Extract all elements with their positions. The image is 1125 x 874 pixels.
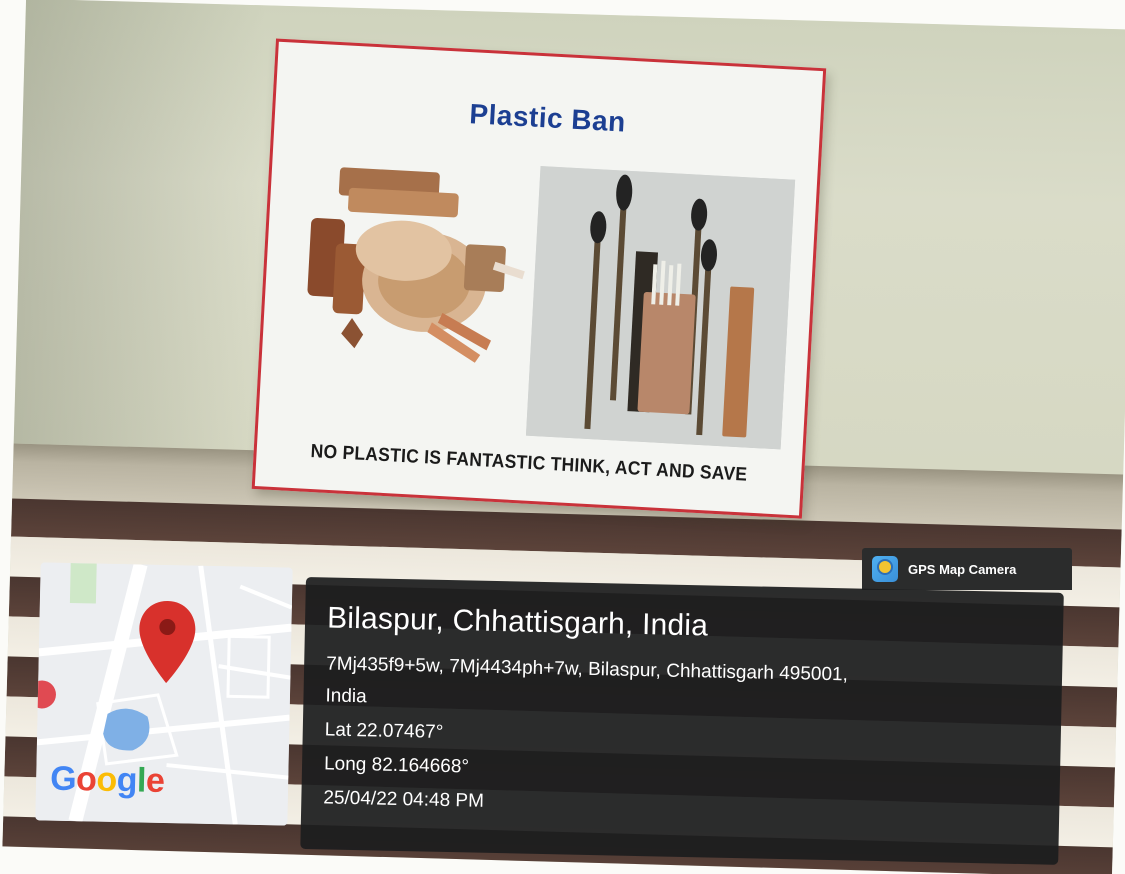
location-longitude: Long 82.164668°	[323, 753, 470, 778]
bamboo-brushes-illustration	[525, 166, 796, 450]
photo: Plastic Ban NO PLASTIC IS FANTASTIC THIN…	[0, 0, 1125, 874]
map-thumbnail: Google	[35, 562, 293, 826]
location-address-line1: 7Mj435f9+5w, 7Mj4434ph+7w, Bilaspur, Chh…	[325, 653, 849, 686]
gps-map-camera-app-icon	[872, 556, 898, 582]
poster-slogan: NO PLASTIC IS FANTASTIC THINK, ACT AND S…	[310, 441, 748, 486]
location-city: Bilaspur, Chhattisgarh, India	[326, 601, 709, 643]
plastic-ban-poster: Plastic Ban NO PLASTIC IS FANTASTIC THIN…	[251, 38, 827, 519]
location-datetime: 25/04/22 04:48 PM	[323, 787, 485, 812]
google-logo: Google	[49, 759, 165, 801]
location-latitude: Lat 22.07467°	[324, 719, 444, 743]
eco-tableware-illustration	[307, 167, 525, 363]
wall-shadow	[13, 0, 266, 451]
poster-title: Plastic Ban	[468, 98, 627, 138]
location-info-panel: Bilaspur, Chhattisgarh, India 7Mj435f9+5…	[300, 577, 1064, 865]
gps-badge-label: GPS Map Camera	[908, 561, 1017, 577]
location-address-line2: India	[325, 685, 367, 708]
gps-map-camera-badge: GPS Map Camera	[862, 548, 1072, 590]
